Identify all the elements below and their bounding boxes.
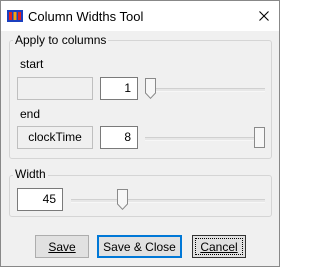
width-slider-thumb[interactable] bbox=[117, 189, 128, 210]
start-column-number-field[interactable]: 1 bbox=[100, 77, 138, 100]
end-label: end bbox=[20, 107, 41, 121]
start-label: start bbox=[20, 57, 44, 71]
save-button[interactable]: Save bbox=[35, 235, 89, 258]
end-column-number-field[interactable]: 8 bbox=[100, 126, 138, 149]
focus-ring bbox=[195, 238, 243, 255]
window-title: Column Widths Tool bbox=[28, 9, 144, 24]
start-column-slider[interactable] bbox=[145, 78, 265, 100]
start-slider-track bbox=[145, 88, 265, 92]
end-slider-track bbox=[145, 137, 265, 141]
cancel-button[interactable]: Cancel bbox=[192, 235, 246, 258]
column-widths-dialog: Column Widths Tool Apply to columns star… bbox=[0, 0, 280, 267]
save-and-close-button[interactable]: Save & Close bbox=[97, 235, 182, 258]
start-column-name-field bbox=[17, 77, 93, 100]
dialog-body: Apply to columns start 1 end clockTime 8… bbox=[1, 31, 279, 266]
width-label: Width bbox=[13, 167, 48, 181]
apply-to-columns-label: Apply to columns bbox=[13, 33, 109, 47]
width-slider-track bbox=[71, 199, 265, 203]
width-slider[interactable] bbox=[71, 189, 265, 211]
save-and-close-button-label: Save & Close bbox=[103, 239, 176, 254]
close-button[interactable] bbox=[249, 1, 279, 31]
width-value-field[interactable]: 45 bbox=[17, 188, 63, 211]
title-bar[interactable]: Column Widths Tool bbox=[1, 1, 279, 31]
end-slider-thumb[interactable] bbox=[254, 127, 265, 148]
end-column-slider[interactable] bbox=[145, 127, 265, 149]
end-column-name-field: clockTime bbox=[17, 126, 93, 149]
app-icon bbox=[7, 10, 23, 22]
save-button-label: Save bbox=[48, 239, 76, 254]
start-slider-thumb[interactable] bbox=[145, 78, 156, 99]
close-icon bbox=[259, 11, 269, 21]
